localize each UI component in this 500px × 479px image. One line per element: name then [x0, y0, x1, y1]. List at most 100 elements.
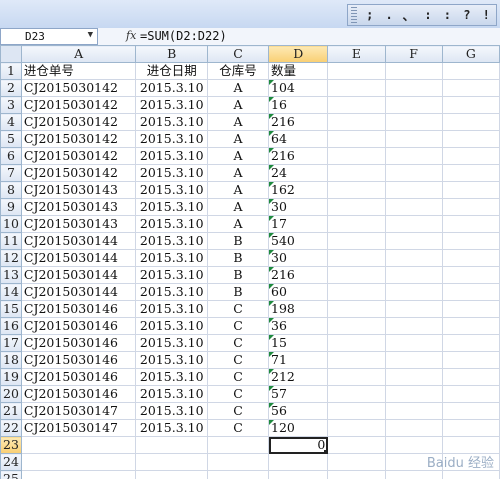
cell-empty[interactable]: [384, 283, 443, 301]
cell-empty[interactable]: [327, 181, 386, 199]
cell-order-id[interactable]: CJ2015030142: [20, 79, 137, 97]
cell-empty[interactable]: [384, 419, 443, 437]
cell-warehouse[interactable]: B: [206, 249, 270, 267]
cell-warehouse[interactable]: C: [206, 419, 270, 437]
cell-date[interactable]: 2015.3.10: [135, 79, 208, 97]
cell-empty[interactable]: [384, 368, 443, 386]
cell-empty[interactable]: [384, 351, 443, 369]
cell-quantity[interactable]: 17: [268, 215, 329, 233]
cell-date[interactable]: 2015.3.10: [135, 232, 208, 250]
cell-order-id[interactable]: CJ2015030142: [20, 164, 137, 182]
cell-empty[interactable]: [327, 198, 386, 216]
exclamation-button[interactable]: !: [477, 8, 496, 22]
cell-empty[interactable]: [384, 402, 443, 420]
cell-empty[interactable]: [441, 130, 500, 148]
cell-quantity[interactable]: 104: [268, 79, 329, 97]
cell-empty[interactable]: [327, 402, 386, 420]
cell-empty[interactable]: [441, 419, 500, 437]
row-header[interactable]: 21: [0, 402, 22, 420]
cell-date[interactable]: 2015.3.10: [135, 96, 208, 114]
cell-order-id[interactable]: CJ2015030142: [20, 96, 137, 114]
row-header[interactable]: 15: [0, 300, 22, 318]
cell-empty[interactable]: [20, 453, 137, 471]
row-header[interactable]: 18: [0, 351, 22, 369]
fill-handle[interactable]: [324, 450, 327, 453]
cell-quantity[interactable]: 540: [268, 232, 329, 250]
cell-empty[interactable]: [327, 283, 386, 301]
column-header-c[interactable]: C: [206, 45, 270, 63]
cell-empty[interactable]: [384, 317, 443, 335]
cell-warehouse[interactable]: C: [206, 368, 270, 386]
cell-empty[interactable]: [441, 249, 500, 267]
cell-empty[interactable]: [441, 266, 500, 284]
cell-empty[interactable]: [327, 96, 386, 114]
cell-empty[interactable]: [441, 436, 500, 454]
cell-order-id[interactable]: CJ2015030143: [20, 198, 137, 216]
cell-warehouse[interactable]: A: [206, 215, 270, 233]
cell-date[interactable]: 2015.3.10: [135, 283, 208, 301]
cell-empty[interactable]: [441, 113, 500, 131]
cell-warehouse[interactable]: A: [206, 198, 270, 216]
cell-empty[interactable]: [441, 334, 500, 352]
row-header[interactable]: 8: [0, 181, 22, 199]
cell-order-id[interactable]: CJ2015030142: [20, 130, 137, 148]
cell-quantity[interactable]: 16: [268, 96, 329, 114]
cell-order-id[interactable]: CJ2015030143: [20, 215, 137, 233]
cell-warehouse[interactable]: A: [206, 96, 270, 114]
cell-warehouse[interactable]: A: [206, 164, 270, 182]
cell-empty[interactable]: [327, 317, 386, 335]
cell-date[interactable]: 2015.3.10: [135, 147, 208, 165]
cell-quantity[interactable]: 64: [268, 130, 329, 148]
cell-quantity[interactable]: 71: [268, 351, 329, 369]
cell-header-b[interactable]: 进仓日期: [135, 62, 208, 80]
row-header[interactable]: 2: [0, 79, 22, 97]
cell-empty[interactable]: [441, 147, 500, 165]
cell-quantity[interactable]: 30: [268, 249, 329, 267]
cell-warehouse[interactable]: C: [206, 300, 270, 318]
column-header-f[interactable]: F: [384, 45, 443, 63]
formula-input[interactable]: =SUM(D2:D22): [138, 28, 500, 45]
cell-empty[interactable]: [441, 96, 500, 114]
cell-empty[interactable]: [384, 164, 443, 182]
cell-header-d[interactable]: 数量: [268, 62, 329, 80]
cell-date[interactable]: 2015.3.10: [135, 385, 208, 403]
enumeration-comma-button[interactable]: 、: [399, 7, 418, 24]
cell-order-id[interactable]: CJ2015030144: [20, 232, 137, 250]
row-header[interactable]: 20: [0, 385, 22, 403]
toolbar-grip-handle[interactable]: [351, 7, 357, 23]
cell-empty[interactable]: [384, 181, 443, 199]
column-header-a[interactable]: A: [20, 45, 137, 63]
cell-empty[interactable]: [441, 453, 500, 471]
cell-empty[interactable]: [135, 470, 208, 479]
cell-empty[interactable]: [327, 147, 386, 165]
cell-order-id[interactable]: CJ2015030146: [20, 300, 137, 318]
cell-warehouse[interactable]: B: [206, 266, 270, 284]
cell-empty[interactable]: [327, 232, 386, 250]
cell-empty[interactable]: [327, 436, 386, 454]
period-button[interactable]: .: [379, 8, 398, 22]
cell-empty[interactable]: [327, 113, 386, 131]
semicolon-button[interactable]: ;: [360, 8, 379, 22]
cell-quantity[interactable]: 216: [268, 266, 329, 284]
cell-order-id[interactable]: CJ2015030146: [20, 368, 137, 386]
cell-order-id[interactable]: CJ2015030146: [20, 385, 137, 403]
cell-empty[interactable]: [327, 215, 386, 233]
cell-order-id[interactable]: CJ2015030147: [20, 402, 137, 420]
row-header[interactable]: 23: [0, 436, 22, 454]
cell-empty[interactable]: [384, 266, 443, 284]
row-header[interactable]: 25: [0, 470, 22, 479]
cell-empty[interactable]: [327, 300, 386, 318]
cell-empty[interactable]: [327, 79, 386, 97]
cell-empty[interactable]: [384, 385, 443, 403]
cell-date[interactable]: 2015.3.10: [135, 419, 208, 437]
cell-warehouse[interactable]: A: [206, 181, 270, 199]
cell-date[interactable]: 2015.3.10: [135, 198, 208, 216]
cell-empty[interactable]: [327, 130, 386, 148]
row-header[interactable]: 19: [0, 368, 22, 386]
row-header[interactable]: 6: [0, 147, 22, 165]
cell-empty[interactable]: [135, 453, 208, 471]
cell-order-id[interactable]: CJ2015030146: [20, 317, 137, 335]
active-cell-sum[interactable]: 0: [268, 436, 329, 454]
column-header-g[interactable]: G: [441, 45, 500, 63]
cell-order-id[interactable]: CJ2015030142: [20, 113, 137, 131]
